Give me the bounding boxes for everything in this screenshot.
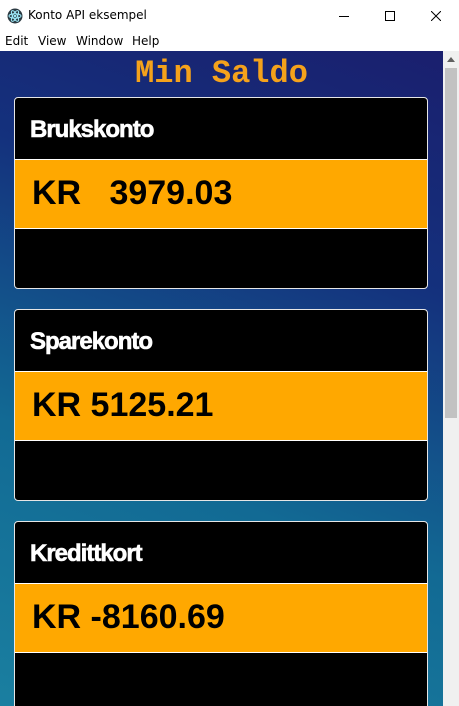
account-card-kredittkort: Kredittkort KR -8160.69 — [14, 521, 428, 706]
app-content: Min Saldo Brukskonto KR 3979.03 Sparekon… — [0, 51, 443, 706]
scroll-thumb[interactable] — [445, 68, 457, 418]
account-card-brukskonto: Brukskonto KR 3979.03 — [14, 97, 428, 289]
page-title: Min Saldo — [135, 55, 308, 92]
close-button[interactable] — [413, 0, 459, 31]
electron-atom-icon — [7, 8, 23, 24]
maximize-icon — [385, 10, 395, 21]
menu-window[interactable]: Window — [76, 34, 123, 48]
account-balance: KR -8160.69 — [32, 598, 225, 636]
chevron-up-icon — [447, 57, 455, 62]
balance-band: KR 3979.03 — [15, 159, 427, 229]
account-balance: KR 3979.03 — [32, 174, 233, 212]
account-balance: KR 5125.21 — [32, 386, 214, 424]
maximize-button[interactable] — [367, 0, 413, 31]
scroll-up-button[interactable] — [443, 51, 459, 68]
window-titlebar[interactable]: Konto API eksempel — [0, 0, 459, 31]
balance-band: KR 5125.21 — [15, 371, 427, 441]
close-icon — [431, 10, 441, 21]
minimize-button[interactable] — [321, 0, 367, 31]
menu-bar: Edit View Window Help — [0, 31, 459, 51]
account-card-sparekonto: Sparekonto KR 5125.21 — [14, 309, 428, 501]
account-name: Brukskonto — [30, 116, 155, 144]
menu-view[interactable]: View — [38, 34, 66, 48]
menu-edit[interactable]: Edit — [5, 34, 28, 48]
menu-help[interactable]: Help — [132, 34, 159, 48]
account-name: Kredittkort — [30, 540, 143, 568]
account-name: Sparekonto — [30, 328, 154, 356]
window-title: Konto API eksempel — [28, 8, 147, 22]
minimize-icon — [339, 15, 349, 17]
vertical-scrollbar[interactable] — [443, 51, 459, 706]
balance-band: KR -8160.69 — [15, 583, 427, 653]
